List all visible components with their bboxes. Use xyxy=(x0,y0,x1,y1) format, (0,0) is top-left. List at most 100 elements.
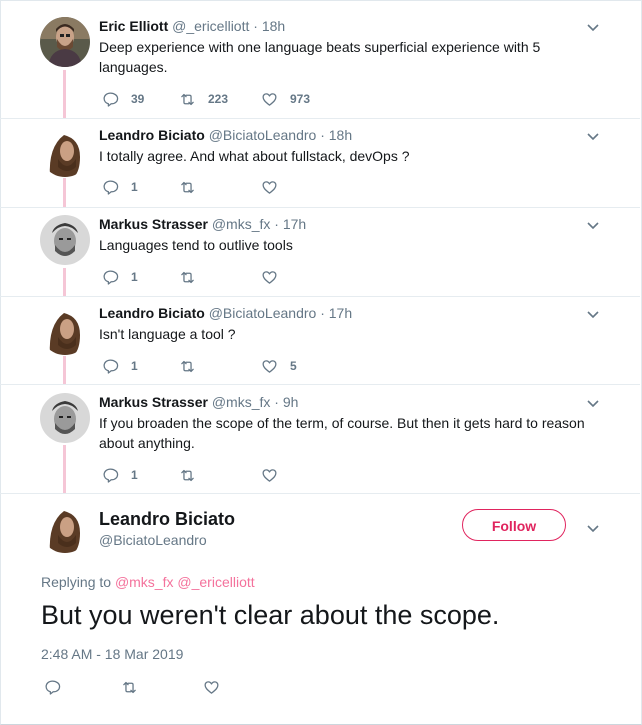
heart-icon xyxy=(204,680,219,694)
heart-icon xyxy=(262,270,277,284)
reply-button[interactable]: 39 xyxy=(102,89,144,109)
tweet-header: Markus Strasser @mks_fx · 9h xyxy=(99,393,298,411)
reply-button[interactable]: 1 xyxy=(102,356,138,376)
avatar[interactable] xyxy=(40,305,90,355)
reply-button[interactable]: 1 xyxy=(102,177,138,197)
like-button[interactable]: 5 xyxy=(261,356,297,376)
reply-icon xyxy=(103,269,119,285)
tweet-header: Markus Strasser @mks_fx · 17h xyxy=(99,215,306,233)
tweet-header: Leandro Biciato @BiciatoLeandro · 17h xyxy=(99,304,352,322)
tweet-actions: 1 xyxy=(99,465,459,485)
user-name[interactable]: Eric Elliott xyxy=(99,18,168,34)
heart-icon xyxy=(262,359,277,373)
avatar[interactable] xyxy=(40,127,90,177)
avatar-photo-icon xyxy=(40,305,90,355)
user-handle[interactable]: @BiciatoLeandro xyxy=(209,127,317,143)
separator-dot: · xyxy=(274,394,279,410)
avatar-photo-icon xyxy=(40,127,90,177)
chevron-down-icon[interactable] xyxy=(587,400,599,408)
heart-icon xyxy=(262,92,277,106)
avatar[interactable] xyxy=(40,215,90,265)
chevron-down-icon[interactable] xyxy=(587,525,599,533)
main-user-handle[interactable]: @BiciatoLeandro xyxy=(99,531,207,549)
chevron-down-icon[interactable] xyxy=(587,311,599,319)
thread-line xyxy=(63,445,66,493)
retweet-button[interactable] xyxy=(121,677,138,697)
like-button[interactable]: 973 xyxy=(261,89,310,109)
tweet-text: Isn't language a tool ? xyxy=(99,326,236,342)
user-handle[interactable]: @_ericelliott xyxy=(172,18,249,34)
thread-line xyxy=(63,268,66,296)
chevron-down-icon[interactable] xyxy=(587,24,599,32)
avatar[interactable] xyxy=(40,393,90,443)
separator-dot: · xyxy=(320,127,325,143)
heart-icon xyxy=(262,468,277,482)
avatar-photo-icon xyxy=(40,17,90,67)
avatar-photo-icon xyxy=(40,503,90,553)
retweet-icon xyxy=(181,469,194,481)
main-tweet-actions xyxy=(41,677,341,697)
user-handle[interactable]: @mks_fx xyxy=(212,216,271,232)
tweet-header: Leandro Biciato @BiciatoLeandro · 18h xyxy=(99,126,352,144)
user-name[interactable]: Leandro Biciato xyxy=(99,127,205,143)
tweet-time[interactable]: 17h xyxy=(329,305,352,321)
tweet-time[interactable]: 17h xyxy=(283,216,306,232)
divider xyxy=(0,118,640,119)
reply-button[interactable] xyxy=(44,677,61,697)
follow-button[interactable]: Follow xyxy=(462,509,566,541)
reply-button[interactable]: 1 xyxy=(102,267,138,287)
like-button[interactable] xyxy=(261,177,290,197)
retweet-icon xyxy=(181,93,194,105)
like-button[interactable] xyxy=(261,267,290,287)
reply-icon xyxy=(45,679,61,695)
divider xyxy=(0,296,640,297)
thread-line xyxy=(63,178,66,208)
retweet-icon xyxy=(181,360,194,372)
like-button[interactable] xyxy=(261,465,290,485)
mention-link[interactable]: @mks_fx xyxy=(115,574,174,590)
retweet-icon xyxy=(181,181,194,193)
tweet-text: If you broaden the scope of the term, of… xyxy=(99,415,585,451)
avatar[interactable] xyxy=(40,503,90,553)
like-button[interactable] xyxy=(203,677,220,697)
chevron-down-icon[interactable] xyxy=(587,133,599,141)
reply-count: 1 xyxy=(131,180,138,194)
tweet-timestamp[interactable]: 2:48 AM - 18 Mar 2019 xyxy=(41,645,183,663)
avatar-photo-icon xyxy=(40,215,90,265)
avatar-photo-icon xyxy=(40,393,90,443)
reply-count: 1 xyxy=(131,359,138,373)
tweet-actions: 1 xyxy=(99,267,459,287)
retweet-button[interactable] xyxy=(179,356,208,376)
thread-line xyxy=(63,356,66,384)
tweet-actions: 39 223 973 xyxy=(99,89,459,109)
user-handle[interactable]: @mks_fx xyxy=(212,394,271,410)
retweet-button[interactable] xyxy=(179,465,208,485)
avatar[interactable] xyxy=(40,17,90,67)
user-name[interactable]: Markus Strasser xyxy=(99,394,208,410)
user-name[interactable]: Markus Strasser xyxy=(99,216,208,232)
tweet-time[interactable]: 18h xyxy=(329,127,352,143)
user-handle[interactable]: @BiciatoLeandro xyxy=(209,305,317,321)
separator-dot: · xyxy=(320,305,325,321)
retweet-button[interactable] xyxy=(179,267,208,287)
tweet-actions: 1 5 xyxy=(99,356,459,376)
chevron-down-icon[interactable] xyxy=(587,222,599,230)
reply-button[interactable]: 1 xyxy=(102,465,138,485)
divider xyxy=(0,384,640,385)
main-user-name[interactable]: Leandro Biciato xyxy=(99,508,235,530)
thread-line xyxy=(63,70,66,118)
main-tweet-text: But you weren't clear about the scope. xyxy=(41,600,500,630)
retweet-button[interactable]: 223 xyxy=(179,89,228,109)
tweet-time[interactable]: 9h xyxy=(283,394,299,410)
tweet-text: Deep experience with one language beats … xyxy=(99,39,541,75)
separator-dot: · xyxy=(274,216,279,232)
user-name[interactable]: Leandro Biciato xyxy=(99,305,205,321)
mention-link[interactable]: @_ericelliott xyxy=(177,574,254,590)
reply-count: 1 xyxy=(131,468,138,482)
retweet-button[interactable] xyxy=(179,177,208,197)
reply-count: 39 xyxy=(131,92,145,106)
replying-to: Replying to @mks_fx @_ericelliott xyxy=(41,573,255,591)
retweet-icon xyxy=(181,271,194,283)
tweet-time[interactable]: 18h xyxy=(262,18,285,34)
divider xyxy=(0,207,640,208)
